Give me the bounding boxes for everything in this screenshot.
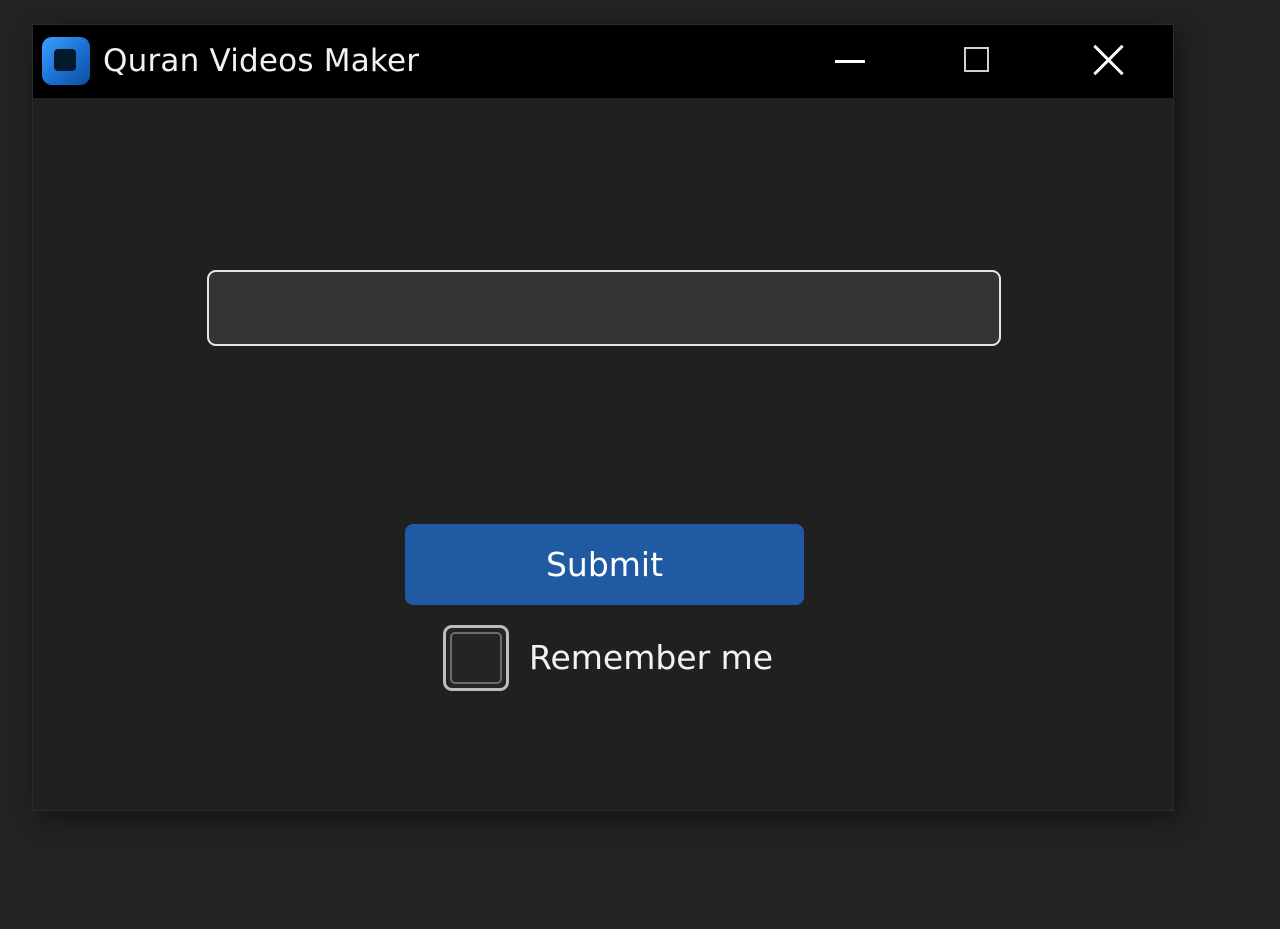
maximize-icon <box>964 47 989 72</box>
window-title: Quran Videos Maker <box>103 43 420 79</box>
minimize-icon <box>835 60 865 63</box>
maximize-button[interactable] <box>917 25 1037 98</box>
close-button[interactable] <box>1049 25 1169 98</box>
minimize-button[interactable] <box>789 25 909 98</box>
desktop: Quran Videos Maker Submit Remember me <box>0 0 1280 929</box>
app-window: Quran Videos Maker Submit Remember me <box>32 24 1174 811</box>
remember-me-row[interactable]: Remember me <box>443 625 803 693</box>
close-icon <box>1092 43 1126 77</box>
title-bar[interactable]: Quran Videos Maker <box>33 25 1173 98</box>
app-logo-icon <box>42 37 90 85</box>
submit-button[interactable]: Submit <box>405 524 804 605</box>
remember-me-checkbox[interactable] <box>443 625 509 691</box>
text-input[interactable] <box>207 270 1001 346</box>
remember-me-label[interactable]: Remember me <box>529 635 773 681</box>
